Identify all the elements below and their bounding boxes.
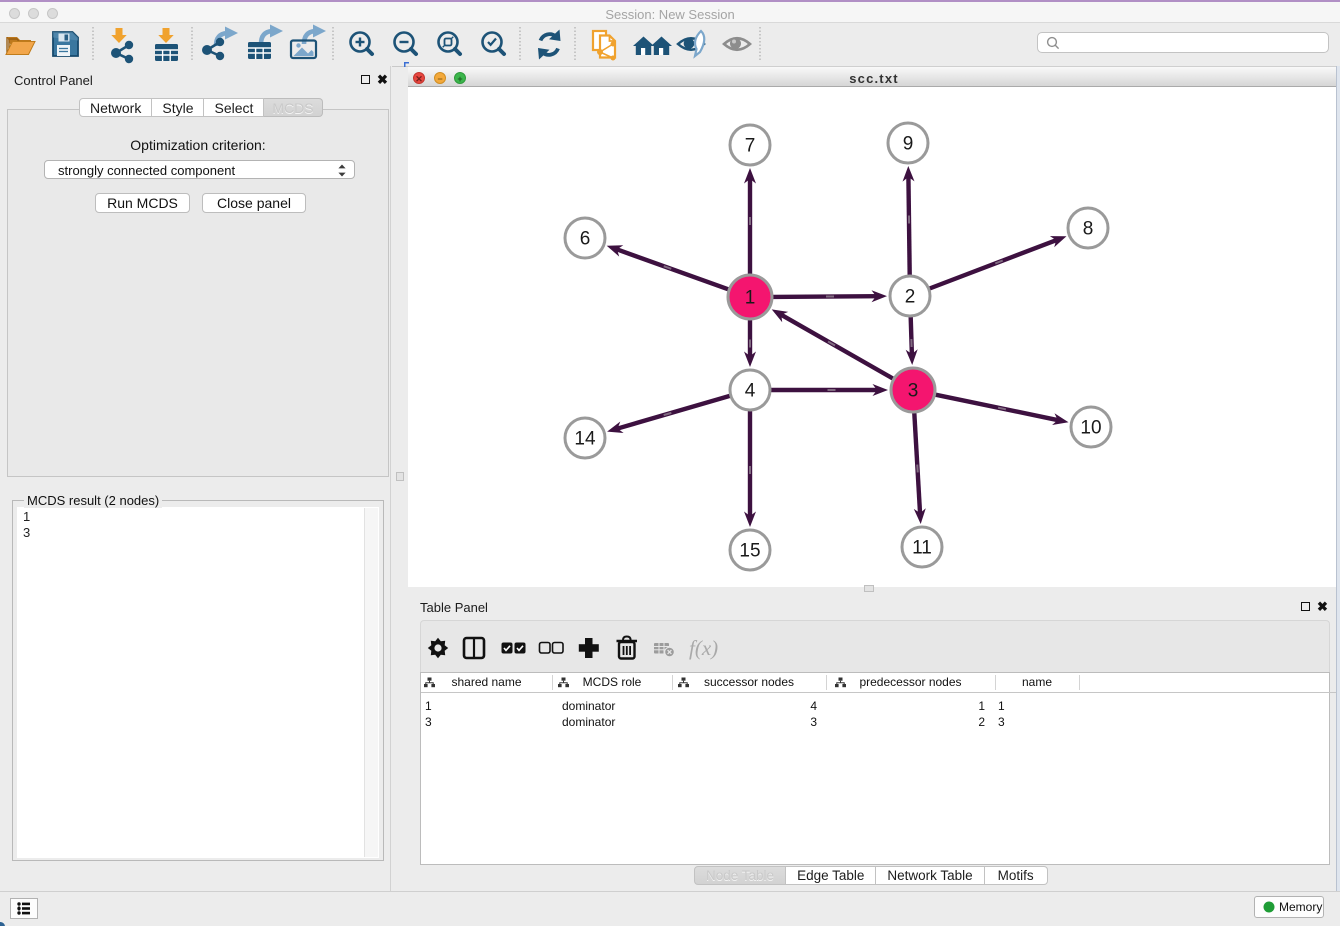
svg-text:3: 3 <box>908 381 919 402</box>
svg-text:9: 9 <box>903 134 914 155</box>
svg-text:14: 14 <box>574 429 596 450</box>
svg-text:8: 8 <box>1083 219 1094 240</box>
svg-text:2: 2 <box>905 287 916 308</box>
svg-text:6: 6 <box>580 229 591 250</box>
svg-text:1: 1 <box>745 288 756 309</box>
svg-text:10: 10 <box>1080 418 1101 439</box>
svg-text:4: 4 <box>745 381 756 402</box>
svg-text:11: 11 <box>912 538 932 559</box>
svg-text:f(x): f(x) <box>689 636 718 660</box>
svg-text:7: 7 <box>745 136 756 157</box>
svg-text:15: 15 <box>739 541 760 562</box>
